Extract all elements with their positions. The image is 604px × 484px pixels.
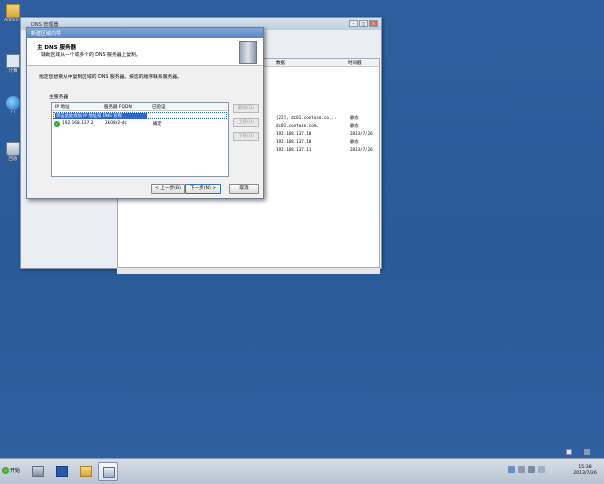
- windows-logo-icon: [2, 467, 9, 474]
- master-servers-list[interactable]: IP 地址 服务器 FQDN 已验证 单击此处添加 IP 地址或 DNS 名称 …: [51, 102, 229, 177]
- dns-manager-icon: [103, 467, 115, 478]
- wizard-titlebar[interactable]: 新建区域向导: [27, 28, 263, 38]
- next-button[interactable]: 下一步(N) >: [185, 184, 221, 194]
- list-item[interactable]: ✓ 192.168.137.2 2k08r2-dc 确定: [53, 120, 227, 127]
- maximize-button[interactable]: □: [359, 20, 368, 27]
- record-timestamp: 静态: [350, 139, 359, 144]
- flag-icon[interactable]: [518, 466, 525, 473]
- wizard-header: 主 DNS 服务器 辅助区域从一个或多个的 DNS 服务器上复制。: [27, 38, 263, 66]
- help-icon[interactable]: [575, 449, 581, 455]
- desktop: Adminis 计算 Fl 回收 DNS 管理器 – □ × 数据 时间戳 [2…: [0, 0, 604, 458]
- start-button[interactable]: 开始: [2, 464, 24, 479]
- record-timestamp: 静态: [350, 115, 359, 120]
- back-button[interactable]: < 上一步(B): [151, 184, 185, 194]
- wizard-header-subtitle: 辅助区域从一个或多个的 DNS 服务器上复制。: [41, 53, 141, 58]
- wizard-description: 指定您想要从中复制区域的 DNS 服务器。按您的顺序联系服务器。: [39, 75, 182, 80]
- master-servers-list-header: IP 地址 服务器 FQDN 已验证: [52, 103, 228, 111]
- clock-date: 2013/7/26: [573, 471, 597, 476]
- action-center-icon[interactable]: [566, 449, 572, 455]
- internet-explorer-icon: [6, 96, 20, 110]
- record-data[interactable]: dc01.contoso.com.: [276, 123, 319, 128]
- close-button[interactable]: ×: [369, 20, 378, 27]
- server-fqdn: 2k08r2-dc: [105, 121, 127, 126]
- server-manager-icon: [32, 466, 44, 477]
- taskbar-server-manager[interactable]: [28, 462, 48, 481]
- notification-area-flyout: [564, 448, 600, 457]
- recycle-bin-icon: [6, 142, 20, 156]
- server-ip: 192.168.137.2: [62, 121, 94, 126]
- show-desktop-icon[interactable]: [584, 449, 590, 455]
- record-data[interactable]: 192.168.137.11: [276, 147, 311, 152]
- taskbar: 开始 15:38 2013/7/26: [0, 458, 604, 484]
- master-servers-label: 主服务器: [49, 95, 69, 100]
- server-verified: 确定: [153, 122, 162, 127]
- column-header-timestamp[interactable]: 时间戳: [348, 60, 362, 66]
- record-timestamp: 2013/7/26: [350, 147, 373, 152]
- clock[interactable]: 15:38 2013/7/26: [570, 465, 600, 477]
- system-tray: 15:38 2013/7/26: [500, 462, 600, 482]
- record-data[interactable]: 192.168.137.10: [276, 139, 311, 144]
- move-up-button[interactable]: 上移(U): [233, 118, 259, 127]
- record-data[interactable]: [22], dc01.contoso.co...: [276, 115, 337, 120]
- list-item-add-server[interactable]: 单击此处添加 IP 地址或 DNS 名称: [53, 112, 227, 119]
- check-icon: ✓: [54, 120, 60, 127]
- record-timestamp: 2013/7/26: [350, 131, 373, 136]
- record-timestamp: 静态: [350, 123, 359, 128]
- cancel-button[interactable]: 取消: [229, 184, 259, 194]
- start-label: 开始: [10, 468, 21, 474]
- folder-icon: [6, 4, 20, 18]
- wizard-header-title: 主 DNS 服务器: [37, 45, 76, 51]
- taskbar-explorer[interactable]: [76, 462, 96, 481]
- delete-button[interactable]: 删除(D): [233, 104, 259, 113]
- new-zone-wizard-dialog[interactable]: 新建区域向导 主 DNS 服务器 辅助区域从一个或多个的 DNS 服务器上复制。…: [26, 27, 264, 199]
- taskbar-dns-manager[interactable]: [98, 462, 118, 481]
- move-down-button[interactable]: 下移(O): [233, 132, 259, 141]
- explorer-icon: [80, 466, 92, 477]
- horizontal-scrollbar[interactable]: [117, 268, 380, 274]
- column-header-data[interactable]: 数据: [276, 60, 285, 66]
- record-data[interactable]: 192.168.137.10: [276, 131, 311, 136]
- column-header-fqdn[interactable]: 服务器 FQDN: [104, 104, 132, 110]
- column-header-verified[interactable]: 已验证: [152, 104, 166, 110]
- taskbar-powershell[interactable]: [52, 462, 72, 481]
- server-icon: [239, 41, 257, 64]
- keyboard-icon[interactable]: [528, 466, 535, 473]
- minimize-button[interactable]: –: [349, 20, 358, 27]
- powershell-icon: [56, 466, 68, 477]
- wizard-title: 新建区域向导: [31, 31, 62, 37]
- volume-icon[interactable]: [538, 466, 545, 473]
- ip-address-input[interactable]: 单击此处添加 IP 地址或 DNS 名称: [55, 113, 147, 119]
- network-icon[interactable]: [508, 466, 515, 473]
- column-header-ip[interactable]: IP 地址: [55, 104, 69, 110]
- computer-icon: [6, 54, 20, 68]
